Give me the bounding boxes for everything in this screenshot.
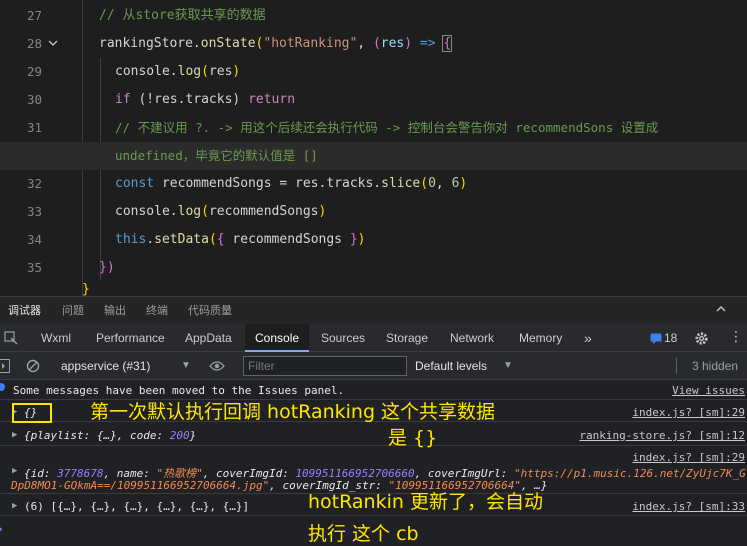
- line-number: 31: [26, 120, 42, 135]
- console-message: Some messages have been moved to the Iss…: [13, 384, 345, 397]
- tab-storage[interactable]: Storage: [386, 324, 428, 352]
- console-log-row[interactable]: index.js? [sm]:29 ▶ {id: 3778678, name: …: [0, 446, 747, 494]
- code-comment: undefined，毕竟它的默认值是 []: [115, 148, 318, 163]
- inspect-element-icon[interactable]: [4, 331, 18, 345]
- code-statement: console.log(recommendSongs): [115, 204, 327, 219]
- tab-appdata[interactable]: AppData: [185, 324, 232, 352]
- sidebar-toggle-icon[interactable]: [0, 359, 10, 373]
- filter-input[interactable]: [243, 356, 407, 376]
- console-message: {playlist: {…}, code: 200}: [24, 429, 197, 442]
- log-levels-dropdown[interactable]: Default levels: [415, 352, 487, 380]
- view-issues-link[interactable]: View issues: [672, 384, 745, 397]
- more-tabs-button[interactable]: »: [584, 324, 592, 352]
- fold-chevron-icon[interactable]: [48, 38, 58, 48]
- code-comment: // 从store获取共享的数据: [99, 8, 266, 23]
- code-line[interactable]: 27 // 从store获取共享的数据: [0, 2, 747, 30]
- tab-sources[interactable]: Sources: [321, 324, 365, 352]
- expand-triangle-icon[interactable]: ▶: [12, 430, 17, 440]
- line-number: 27: [26, 8, 42, 23]
- tab-performance[interactable]: Performance: [96, 324, 165, 352]
- toolbar-divider: [676, 358, 677, 374]
- code-line-highlighted[interactable]: undefined，毕竟它的默认值是 []: [0, 142, 747, 170]
- highlight-box: [12, 403, 52, 423]
- chevron-up-icon[interactable]: [715, 303, 727, 315]
- context-dropdown-icon[interactable]: ▼: [181, 352, 191, 380]
- console-info-row: Some messages have been moved to the Iss…: [0, 380, 747, 400]
- tab-code-quality[interactable]: 代码质量: [188, 297, 232, 325]
- line-number: 29: [26, 64, 42, 79]
- annotation-text: 执行 这个 cb: [308, 523, 419, 545]
- console-message: (6) [{…}, {…}, {…}, {…}, {…}, {…}]: [24, 500, 250, 513]
- code-editor[interactable]: 27 // 从store获取共享的数据 28 rankingStore.onSt…: [0, 0, 747, 296]
- kebab-menu-icon[interactable]: ⋮: [729, 328, 743, 346]
- source-link[interactable]: index.js? [sm]:29: [632, 451, 745, 464]
- tab-output[interactable]: 输出: [104, 297, 126, 325]
- console-prompt-icon[interactable]: ›: [0, 522, 3, 536]
- source-link[interactable]: ranking-store.js? [sm]:12: [579, 429, 745, 442]
- hidden-count: 3 hidden: [692, 359, 739, 373]
- console-toolbar: appservice (#31) ▼ Default levels ▼ 3 hi…: [0, 352, 747, 380]
- code-line[interactable]: 29 console.log(res): [0, 58, 747, 86]
- code-statement: if (!res.tracks) return: [115, 92, 296, 107]
- expand-triangle-icon[interactable]: ▶: [12, 501, 17, 511]
- devtools-tab-bar: Wxml Performance AppData Console Sources…: [0, 324, 747, 352]
- tab-debugger[interactable]: 调试器: [8, 297, 41, 325]
- annotation-text: 第一次默认执行回调 hotRanking 这个共享数据: [90, 401, 496, 423]
- line-number: 34: [26, 232, 42, 247]
- code-closing-bracket: }): [99, 260, 115, 275]
- code-line[interactable]: 33 console.log(recommendSongs): [0, 198, 747, 226]
- code-line[interactable]: 28 rankingStore.onState("hotRanking", (r…: [0, 30, 747, 58]
- line-number: 28: [26, 36, 42, 51]
- code-comment: // 不建议用 ?. -> 用这个后续还会执行代码 -> 控制台会警告你对 re…: [115, 120, 659, 135]
- info-icon: [0, 383, 5, 391]
- annotation-text: hotRankin 更新了，会自动: [308, 491, 543, 513]
- tab-wxml[interactable]: Wxml: [41, 324, 71, 352]
- code-statement: console.log(res): [115, 64, 241, 79]
- eye-icon[interactable]: [209, 360, 225, 372]
- tab-terminal[interactable]: 终端: [146, 297, 168, 325]
- tab-problems[interactable]: 问题: [62, 297, 84, 325]
- code-line[interactable]: 30 if (!res.tracks) return: [0, 86, 747, 114]
- annotation-text: 是 {}: [388, 427, 438, 449]
- code-line[interactable]: 32 const recommendSongs = res.tracks.sli…: [0, 170, 747, 198]
- code-line[interactable]: 35 }): [0, 254, 747, 282]
- code-statement: this.setData({ recommendSongs }): [115, 232, 366, 247]
- code-statement: rankingStore.onState("hotRanking", (res)…: [99, 35, 453, 52]
- source-link[interactable]: index.js? [sm]:33: [632, 500, 745, 513]
- message-count: 18: [664, 331, 678, 345]
- tab-memory[interactable]: Memory: [519, 324, 562, 352]
- console-log-row[interactable]: ▶ {playlist: {…}, code: 200} ranking-sto…: [0, 422, 747, 446]
- gear-icon[interactable]: [694, 331, 709, 346]
- tab-network[interactable]: Network: [450, 324, 494, 352]
- expand-triangle-icon[interactable]: ▶: [12, 466, 17, 476]
- code-line[interactable]: 34 this.setData({ recommendSongs }): [0, 226, 747, 254]
- line-number: 35: [26, 260, 42, 275]
- code-statement: const recommendSongs = res.tracks.slice(…: [115, 176, 468, 191]
- source-link[interactable]: index.js? [sm]:29: [632, 406, 745, 419]
- code-partial-bracket: }: [82, 282, 90, 296]
- context-selector[interactable]: appservice (#31): [61, 352, 150, 380]
- levels-dropdown-icon[interactable]: ▼: [503, 352, 513, 380]
- tab-console[interactable]: Console: [245, 324, 310, 352]
- panel-tab-bar: 调试器 问题 输出 终端 代码质量: [0, 296, 747, 325]
- code-line[interactable]: 31 // 不建议用 ?. -> 用这个后续还会执行代码 -> 控制台会警告你对…: [0, 114, 747, 142]
- line-number: 33: [26, 204, 42, 219]
- line-number: 32: [26, 176, 42, 191]
- clear-console-icon[interactable]: [26, 359, 40, 373]
- message-badge-icon[interactable]: [650, 333, 662, 344]
- line-number: 30: [26, 92, 42, 107]
